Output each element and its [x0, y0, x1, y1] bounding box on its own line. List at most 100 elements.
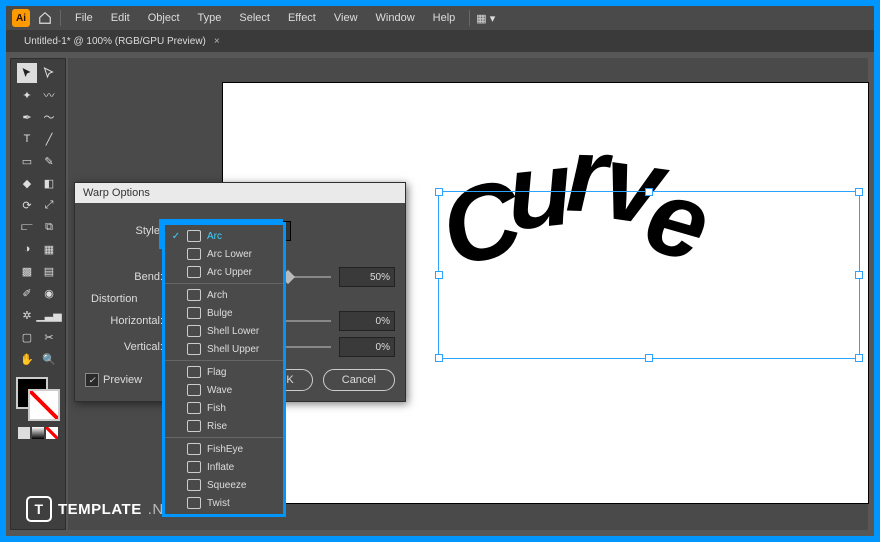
style-option-label: Twist	[207, 498, 230, 509]
style-option-label: Inflate	[207, 462, 234, 473]
style-option-fisheye[interactable]: FishEye	[165, 440, 283, 458]
stroke-swatch[interactable]	[28, 389, 60, 421]
free-transform-tool[interactable]: ⧉	[39, 217, 59, 237]
rectangle-tool[interactable]: ▭	[17, 151, 37, 171]
style-icon	[187, 325, 201, 337]
line-tool[interactable]: ╱	[39, 129, 59, 149]
menu-effect[interactable]: Effect	[280, 8, 324, 28]
style-option-twist[interactable]: Twist	[165, 494, 283, 512]
paintbrush-tool[interactable]: ✎	[39, 151, 59, 171]
eyedropper-tool[interactable]: ✐	[17, 283, 37, 303]
curvature-tool[interactable]: 〜	[39, 107, 59, 127]
artboard-tool[interactable]: ▢	[17, 327, 37, 347]
shape-builder-tool[interactable]: ◑	[17, 239, 37, 259]
horizontal-value[interactable]: 0%	[339, 311, 395, 331]
graph-tool[interactable]: ▁▃▅	[39, 305, 59, 325]
style-option-rise[interactable]: Rise	[165, 417, 283, 435]
style-icon	[187, 266, 201, 278]
preview-checkbox[interactable]: ✓Preview	[85, 373, 142, 387]
menu-help[interactable]: Help	[425, 8, 464, 28]
workspace: ✦〰 ✒〜 T╱ ▭✎ ◆◧ ⟳⤢ ⫍⧉ ◑▦ ▩▤ ✐◉ ✲▁▃▅ ▢✂ ✋🔍…	[6, 52, 874, 536]
menu-view[interactable]: View	[326, 8, 366, 28]
style-icon	[187, 366, 201, 378]
style-option-label: Fish	[207, 403, 226, 414]
pen-tool[interactable]: ✒	[17, 107, 37, 127]
direct-selection-tool[interactable]	[39, 63, 59, 83]
document-tab[interactable]: Untitled-1* @ 100% (RGB/GPU Preview) ×	[16, 33, 228, 50]
style-option-shell-lower[interactable]: Shell Lower	[165, 322, 283, 340]
menu-file[interactable]: File	[67, 8, 101, 28]
style-icon	[187, 497, 201, 509]
zoom-tool[interactable]: 🔍	[39, 349, 59, 369]
menu-select[interactable]: Select	[231, 8, 278, 28]
color-solid[interactable]	[18, 427, 30, 439]
slice-tool[interactable]: ✂	[39, 327, 59, 347]
style-option-label: Flag	[207, 367, 226, 378]
lasso-tool[interactable]: 〰	[39, 85, 59, 105]
app-window: Ai File Edit Object Type Select Effect V…	[6, 6, 874, 536]
style-option-label: Arc Upper	[207, 267, 252, 278]
color-none[interactable]	[46, 427, 58, 439]
close-tab-icon[interactable]: ×	[214, 36, 220, 47]
style-icon	[187, 307, 201, 319]
style-option-flag[interactable]: Flag	[165, 363, 283, 381]
selection-tool[interactable]	[17, 63, 37, 83]
type-tool[interactable]: T	[17, 129, 37, 149]
style-option-squeeze[interactable]: Squeeze	[165, 476, 283, 494]
fill-stroke-swatch[interactable]	[16, 377, 60, 421]
style-option-arc[interactable]: ✓Arc	[165, 227, 283, 245]
symbol-sprayer-tool[interactable]: ✲	[17, 305, 37, 325]
style-option-label: Rise	[207, 421, 227, 432]
selection-bounding-box[interactable]	[438, 191, 860, 359]
mesh-tool[interactable]: ▩	[17, 261, 37, 281]
width-tool[interactable]: ⫍	[17, 217, 37, 237]
dialog-title: Warp Options	[75, 183, 405, 203]
style-option-label: Arch	[207, 290, 228, 301]
style-icon	[187, 479, 201, 491]
style-option-label: Squeeze	[207, 480, 246, 491]
watermark: T TEMPLATE.NET	[26, 496, 184, 522]
style-icon	[187, 230, 201, 242]
style-option-arc-upper[interactable]: Arc Upper	[165, 263, 283, 281]
cancel-button[interactable]: Cancel	[323, 369, 395, 391]
bend-value[interactable]: 50%	[339, 267, 395, 287]
menu-window[interactable]: Window	[368, 8, 423, 28]
style-option-arch[interactable]: Arch	[165, 286, 283, 304]
style-option-label: FishEye	[207, 444, 243, 455]
eraser-tool[interactable]: ◧	[39, 173, 59, 193]
style-option-label: Wave	[207, 385, 232, 396]
blend-tool[interactable]: ◉	[39, 283, 59, 303]
style-icon	[187, 248, 201, 260]
gradient-tool[interactable]: ▤	[39, 261, 59, 281]
vertical-label: Vertical:	[85, 341, 171, 353]
workspace-switcher-icon[interactable]: ▦ ▾	[476, 12, 495, 25]
perspective-tool[interactable]: ▦	[39, 239, 59, 259]
style-option-label: Shell Upper	[207, 344, 259, 355]
style-option-arc-lower[interactable]: Arc Lower	[165, 245, 283, 263]
color-gradient[interactable]	[32, 427, 44, 439]
watermark-brand: TEMPLATE	[58, 501, 142, 518]
style-label: Style:	[85, 225, 171, 237]
color-mode-row	[18, 427, 58, 439]
menu-type[interactable]: Type	[190, 8, 230, 28]
menubar: Ai File Edit Object Type Select Effect V…	[6, 6, 874, 30]
separator	[60, 10, 61, 26]
style-option-label: Arc Lower	[207, 249, 252, 260]
style-option-label: Arc	[207, 231, 222, 242]
magic-wand-tool[interactable]: ✦	[17, 85, 37, 105]
style-option-fish[interactable]: Fish	[165, 399, 283, 417]
menu-edit[interactable]: Edit	[103, 8, 138, 28]
vertical-value[interactable]: 0%	[339, 337, 395, 357]
home-icon[interactable]	[36, 9, 54, 27]
style-option-shell-upper[interactable]: Shell Upper	[165, 340, 283, 358]
scale-tool[interactable]: ⤢	[39, 195, 59, 215]
shaper-tool[interactable]: ◆	[17, 173, 37, 193]
style-option-label: Shell Lower	[207, 326, 259, 337]
rotate-tool[interactable]: ⟳	[17, 195, 37, 215]
tab-title: Untitled-1* @ 100% (RGB/GPU Preview)	[24, 36, 206, 47]
style-option-bulge[interactable]: Bulge	[165, 304, 283, 322]
hand-tool[interactable]: ✋	[17, 349, 37, 369]
menu-object[interactable]: Object	[140, 8, 188, 28]
style-option-wave[interactable]: Wave	[165, 381, 283, 399]
style-option-inflate[interactable]: Inflate	[165, 458, 283, 476]
